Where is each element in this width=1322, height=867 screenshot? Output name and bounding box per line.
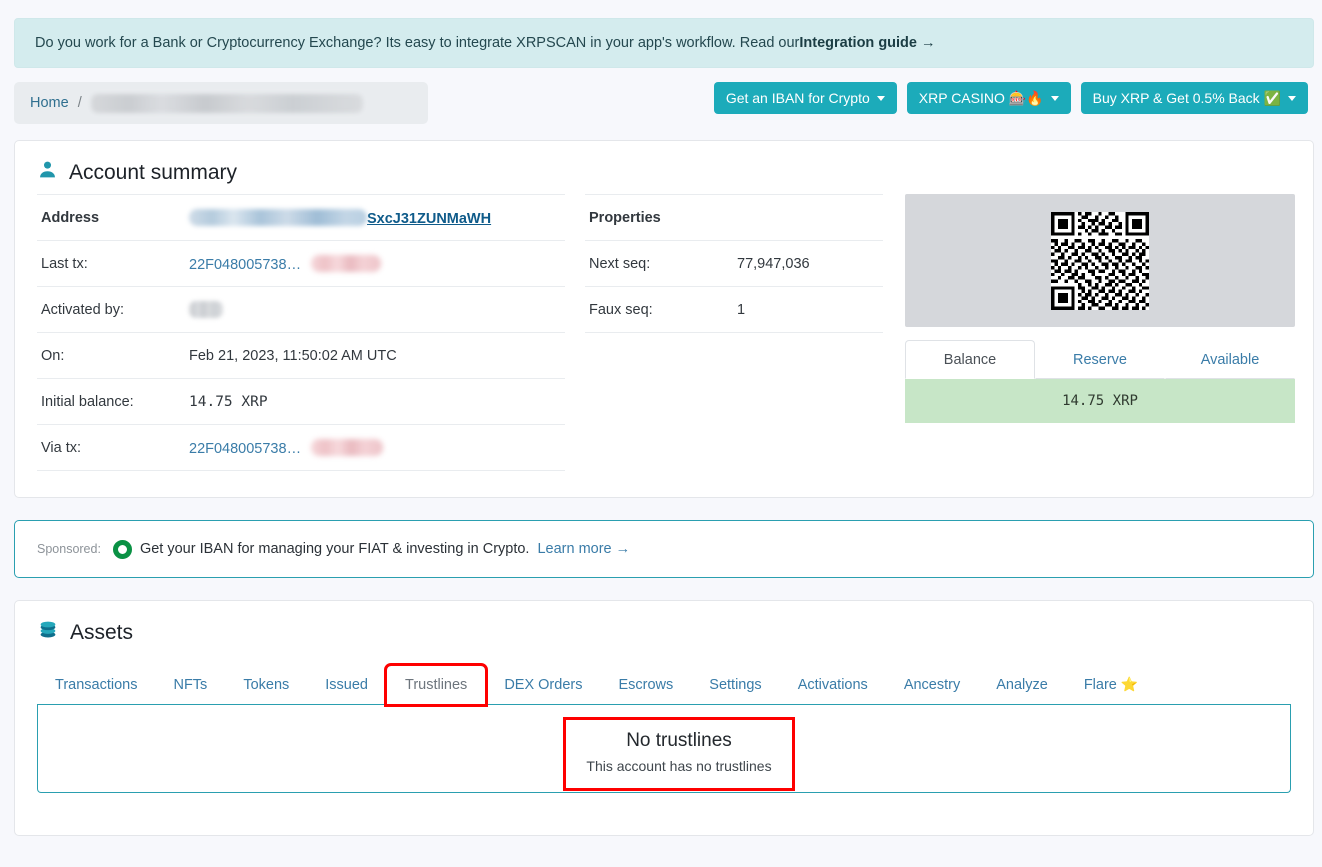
row-value: 14.75 XRP	[185, 378, 565, 425]
tab-settings[interactable]: Settings	[691, 666, 779, 704]
table-row: Address SxcJ31ZUNMaWH	[37, 194, 565, 241]
empty-state-title: No trustlines	[626, 730, 732, 751]
account-summary-header: Account summary	[15, 141, 1313, 194]
tab-escrows[interactable]: Escrows	[600, 666, 691, 704]
sponsored-label: Sponsored:	[37, 542, 101, 556]
table-row: Faux seq: 1	[585, 286, 883, 333]
table-row: Activated by:	[37, 286, 565, 333]
via-tx-link[interactable]: 22F048005738…	[189, 441, 301, 457]
balance-value: 14.75 XRP	[905, 379, 1295, 423]
balance-tab-available[interactable]: Available	[1165, 340, 1295, 379]
empty-state-subtitle: This account has no trustlines	[586, 758, 772, 774]
row-key: Activated by:	[37, 286, 185, 333]
star-icon: ⭐	[1120, 676, 1139, 692]
person-icon	[37, 159, 58, 186]
table-row: On: Feb 21, 2023, 11:50:02 AM UTC	[37, 332, 565, 379]
assets-tabs: Transactions NFTs Tokens Issued Trustlin…	[37, 663, 1291, 707]
qr-balance-column: Balance Reserve Available 14.75 XRP	[893, 194, 1297, 471]
sponsor-logo-icon	[112, 539, 132, 559]
get-iban-button[interactable]: Get an IBAN for Crypto	[713, 82, 897, 114]
row-value: 22F048005738…	[185, 424, 565, 471]
breadcrumb-current-redacted	[90, 93, 363, 113]
breadcrumb: Home /	[14, 82, 428, 124]
account-details-table: Address SxcJ31ZUNMaWH Last tx: 22F048005…	[37, 194, 565, 471]
qr-code-container	[905, 194, 1295, 327]
table-row: Initial balance: 14.75 XRP	[37, 378, 565, 425]
breadcrumb-separator: /	[77, 95, 82, 111]
via-tx-redacted	[311, 439, 384, 456]
address-redacted	[189, 209, 367, 226]
qr-code-icon	[1051, 211, 1149, 310]
tab-tokens[interactable]: Tokens	[225, 666, 307, 704]
sponsored-banner: Sponsored: Get your IBAN for managing yo…	[14, 520, 1314, 578]
buy-xrp-label: Buy XRP & Get 0.5% Back ✅	[1092, 89, 1281, 106]
tab-nfts[interactable]: NFTs	[155, 666, 225, 704]
properties-column: Properties Next seq: 77,947,036 Faux seq…	[571, 194, 893, 471]
get-iban-label: Get an IBAN for Crypto	[725, 90, 870, 106]
account-summary-body: Address SxcJ31ZUNMaWH Last tx: 22F048005…	[15, 194, 1313, 497]
breadcrumb-home-link[interactable]: Home	[30, 95, 69, 111]
row-value: 22F048005738…	[185, 240, 565, 287]
top-action-buttons: Get an IBAN for Crypto XRP CASINO 🎰🔥 Buy…	[713, 82, 1314, 114]
row-key: Via tx:	[37, 424, 185, 471]
breadcrumb-row: Home / Get an IBAN for Crypto XRP CASINO…	[14, 82, 1314, 124]
row-value: Feb 21, 2023, 11:50:02 AM UTC	[185, 332, 565, 379]
account-details-column: Address SxcJ31ZUNMaWH Last tx: 22F048005…	[31, 194, 571, 471]
properties-header: Properties	[585, 194, 883, 241]
xrp-casino-label: XRP CASINO 🎰🔥	[918, 89, 1044, 106]
tab-flare-label: Flare	[1083, 677, 1117, 693]
assets-title: Assets	[70, 621, 134, 644]
table-row: Via tx: 22F048005738…	[37, 424, 565, 471]
integration-info-banner: Do you work for a Bank or Cryptocurrency…	[14, 18, 1314, 68]
row-value: SxcJ31ZUNMaWH	[185, 194, 565, 241]
row-value: 1	[733, 286, 883, 333]
row-value	[185, 286, 565, 333]
page-title: Account summary	[69, 160, 238, 184]
xrp-casino-button[interactable]: XRP CASINO 🎰🔥	[906, 82, 1071, 114]
coins-icon	[37, 619, 59, 647]
row-key: Faux seq:	[585, 286, 733, 333]
page-root: Do you work for a Bank or Cryptocurrency…	[0, 18, 1322, 867]
sponsored-text: Get your IBAN for managing your FIAT & i…	[139, 541, 530, 557]
tab-dex-orders[interactable]: DEX Orders	[486, 666, 600, 704]
tab-issued[interactable]: Issued	[307, 666, 386, 704]
tab-analyze[interactable]: Analyze	[978, 666, 1066, 704]
tab-trustlines[interactable]: Trustlines	[383, 663, 489, 707]
last-tx-redacted	[311, 255, 382, 272]
table-row: Properties	[585, 194, 883, 241]
row-key: Address	[37, 194, 185, 241]
trustlines-panel: No trustlines This account has no trustl…	[37, 705, 1291, 793]
balance-tabs: Balance Reserve Available	[905, 340, 1295, 379]
empty-state: No trustlines This account has no trustl…	[563, 717, 795, 791]
chevron-down-icon	[1288, 95, 1296, 101]
tab-transactions[interactable]: Transactions	[37, 666, 155, 704]
buy-xrp-button[interactable]: Buy XRP & Get 0.5% Back ✅	[1080, 82, 1308, 114]
table-row: Next seq: 77,947,036	[585, 240, 883, 287]
last-tx-link[interactable]: 22F048005738…	[189, 257, 301, 273]
balance-tab-reserve[interactable]: Reserve	[1035, 340, 1165, 379]
info-banner-text: Do you work for a Bank or Cryptocurrency…	[35, 35, 800, 51]
table-row: Last tx: 22F048005738…	[37, 240, 565, 287]
row-key: Initial balance:	[37, 378, 185, 425]
address-suffix-link[interactable]: SxcJ31ZUNMaWH	[367, 211, 491, 227]
row-key: Last tx:	[37, 240, 185, 287]
chevron-down-icon	[1050, 95, 1059, 101]
tab-ancestry[interactable]: Ancestry	[886, 666, 978, 704]
tab-flare[interactable]: Flare ⭐	[1066, 665, 1157, 704]
chevron-down-icon	[876, 95, 885, 101]
integration-guide-link[interactable]: Integration guide →	[799, 35, 935, 51]
account-summary-card: Account summary Address SxcJ31ZUNMaWH La…	[14, 140, 1314, 498]
row-value: 77,947,036	[733, 240, 883, 287]
row-key: Next seq:	[585, 240, 733, 287]
sponsored-learn-more-link[interactable]: Learn more →	[537, 541, 630, 557]
tab-activations[interactable]: Activations	[780, 666, 886, 704]
activated-by-redacted	[189, 301, 223, 318]
balance-tab-balance[interactable]: Balance	[905, 340, 1035, 379]
row-key: On:	[37, 332, 185, 379]
assets-header: Assets	[15, 601, 1313, 655]
properties-table: Properties Next seq: 77,947,036 Faux seq…	[585, 194, 883, 333]
assets-card: Assets Transactions NFTs Tokens Issued T…	[14, 600, 1314, 836]
